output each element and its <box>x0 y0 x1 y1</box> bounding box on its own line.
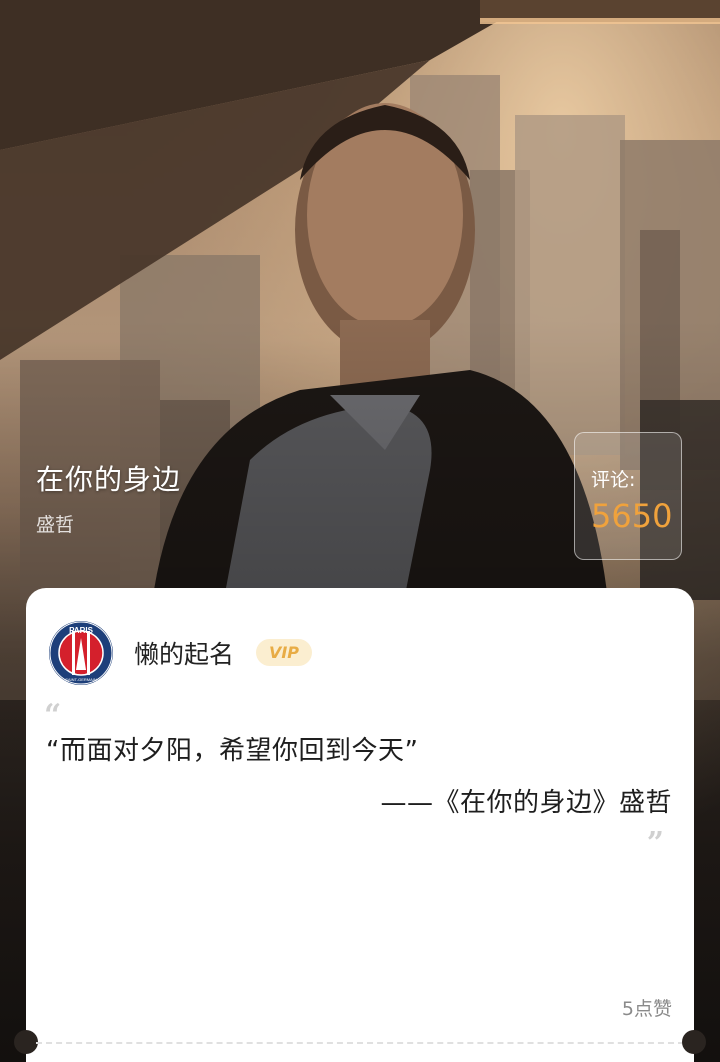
share-card-page: 在你的身边 盛哲 评论: 5650 PARIS SAINT-GERMAIN 懒的… <box>0 0 720 1062</box>
avatar-text-top: PARIS <box>69 626 94 635</box>
song-title: 在你的身边 <box>36 463 182 496</box>
psg-logo-icon: PARIS SAINT-GERMAIN <box>49 621 113 685</box>
comment-count: 5650 <box>591 497 673 535</box>
song-artist[interactable]: 盛哲 <box>36 510 74 537</box>
avatar-text-bottom: SAINT-GERMAIN <box>65 677 97 682</box>
ticket-notch-left <box>14 1030 38 1054</box>
close-quote-icon: ” <box>646 826 664 861</box>
lyric-text: “而面对夕阳，希望你回到今天” <box>46 736 419 766</box>
comment-count-box[interactable]: 评论: 5650 <box>574 432 682 560</box>
ticket-notch-right <box>682 1030 706 1054</box>
like-count[interactable]: 5点赞 <box>622 994 672 1021</box>
lyric-source: ——《在你的身边》盛哲 <box>380 788 672 818</box>
avatar[interactable]: PARIS SAINT-GERMAIN <box>48 620 114 686</box>
comment-label: 评论: <box>591 469 636 491</box>
comment-card: PARIS SAINT-GERMAIN 懒的起名 VIP “ “而面对夕阳，希望… <box>14 588 706 1062</box>
dashed-divider <box>36 1042 684 1044</box>
username[interactable]: 懒的起名 <box>134 635 234 671</box>
open-quote-icon: “ <box>44 698 62 733</box>
vip-badge: VIP <box>256 639 312 666</box>
